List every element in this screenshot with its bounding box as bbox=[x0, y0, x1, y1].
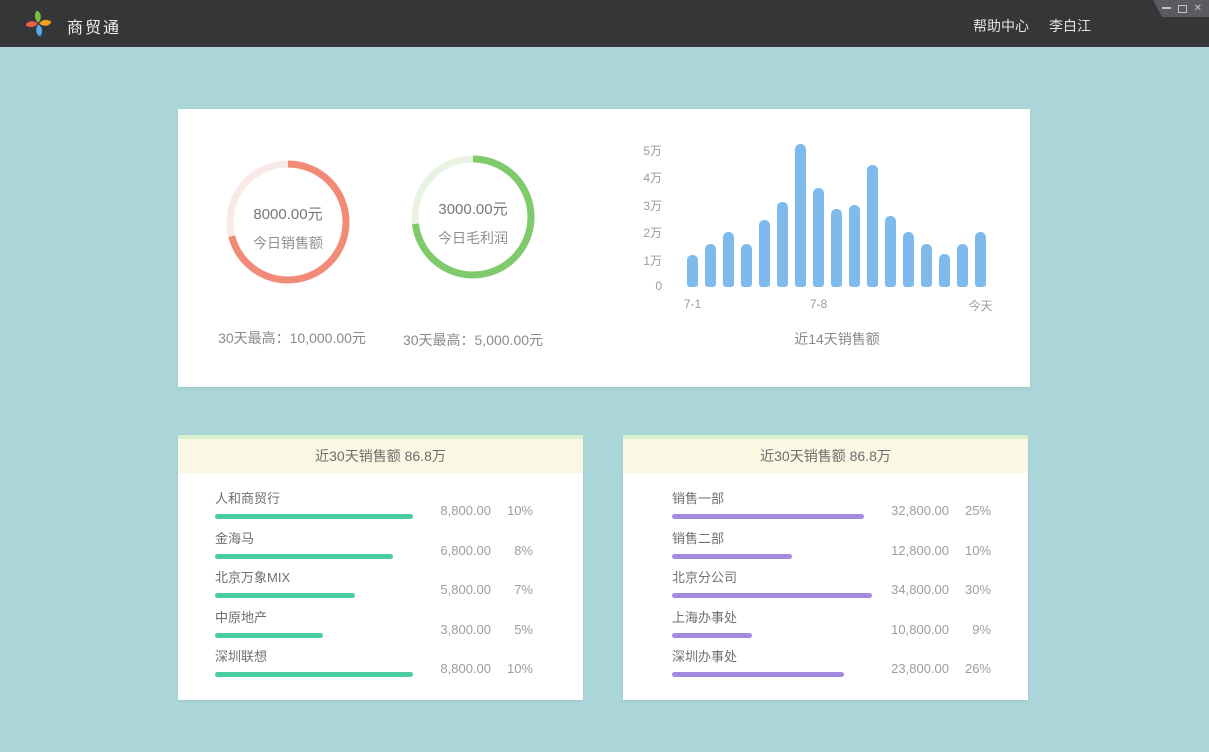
ranking-row-bar bbox=[215, 633, 323, 638]
ranking-row-percent: 7% bbox=[491, 582, 533, 597]
ranking-row-amount: 32,800.00 bbox=[869, 503, 949, 518]
y-axis-tick: 3万 bbox=[643, 197, 662, 214]
ranking-row: 销售一部32,800.0025% bbox=[672, 482, 991, 522]
ranking-row-percent: 10% bbox=[949, 543, 991, 558]
chart-bar bbox=[903, 232, 914, 287]
ranking-row-values: 23,800.0026% bbox=[869, 661, 991, 676]
ranking-row-bar bbox=[672, 633, 752, 638]
app-title: 商贸通 bbox=[67, 14, 121, 38]
ranking-row-bar bbox=[215, 672, 413, 677]
ranking-row-amount: 34,800.00 bbox=[869, 582, 949, 597]
chart-bar bbox=[831, 209, 842, 287]
x-axis-tick: 今天 bbox=[968, 297, 992, 314]
ranking-row-amount: 8,800.00 bbox=[411, 661, 491, 676]
chart-bar bbox=[777, 202, 788, 287]
y-axis-tick: 5万 bbox=[643, 142, 662, 159]
chart-bar bbox=[813, 188, 824, 287]
customer-ranking-header: 近30天销售额 86.8万 bbox=[178, 439, 583, 473]
user-menu[interactable]: 李白江 bbox=[1049, 16, 1091, 36]
ranking-row: 深圳联想8,800.0010% bbox=[215, 640, 533, 680]
ranking-row-amount: 3,800.00 bbox=[411, 622, 491, 637]
ranking-row-percent: 8% bbox=[491, 543, 533, 558]
ranking-row-percent: 26% bbox=[949, 661, 991, 676]
ranking-row-values: 3,800.005% bbox=[411, 622, 533, 637]
ranking-row-percent: 9% bbox=[949, 622, 991, 637]
y-axis-tick: 1万 bbox=[643, 252, 662, 269]
chart-bar bbox=[885, 216, 896, 288]
ranking-row-values: 32,800.0025% bbox=[869, 503, 991, 518]
pinwheel-petal bbox=[35, 11, 41, 23]
pinwheel-petal bbox=[39, 20, 51, 26]
ranking-row: 销售二部12,800.0010% bbox=[672, 522, 991, 562]
overview-card: 8000.00元 今日销售额 30天最高：10,000.00元 3000.00元… bbox=[178, 109, 1030, 387]
pinwheel-petal bbox=[36, 24, 42, 36]
chart-bar bbox=[957, 244, 968, 287]
app-logo-pinwheel-icon bbox=[24, 9, 53, 38]
ranking-row: 金海马6,800.008% bbox=[215, 522, 533, 562]
ranking-row: 北京万象MIX5,800.007% bbox=[215, 561, 533, 601]
sales-14day-bar-chart: 0 1万 2万 3万 4万 5万 7-1 7-8 今天 近14天销售额 bbox=[178, 109, 1030, 387]
ranking-row-bar bbox=[672, 672, 844, 677]
chart-bar bbox=[741, 244, 752, 287]
ranking-row-amount: 12,800.00 bbox=[869, 543, 949, 558]
ranking-row-amount: 6,800.00 bbox=[411, 543, 491, 558]
ranking-row: 深圳办事处23,800.0026% bbox=[672, 640, 991, 680]
ranking-row-bar bbox=[215, 514, 413, 519]
ranking-row-amount: 5,800.00 bbox=[411, 582, 491, 597]
department-sales-ranking-card: 近30天销售额 86.8万 销售一部32,800.0025%销售二部12,800… bbox=[623, 435, 1028, 700]
ranking-row-percent: 25% bbox=[949, 503, 991, 518]
ranking-row-amount: 8,800.00 bbox=[411, 503, 491, 518]
chart-bar bbox=[687, 255, 698, 287]
pinwheel-petal bbox=[26, 21, 38, 27]
minimize-button[interactable] bbox=[1162, 7, 1171, 9]
chart-bar bbox=[867, 165, 878, 287]
titlebar: 商贸通 帮助中心 李白江 ✕ bbox=[0, 0, 1209, 47]
x-axis-tick: 7-1 bbox=[684, 297, 701, 311]
department-ranking-header: 近30天销售额 86.8万 bbox=[623, 439, 1028, 473]
ranking-row-amount: 23,800.00 bbox=[869, 661, 949, 676]
chart-bar bbox=[975, 232, 986, 287]
ranking-row: 上海办事处10,800.009% bbox=[672, 601, 991, 641]
chart-bar bbox=[849, 205, 860, 288]
maximize-button[interactable] bbox=[1178, 5, 1187, 13]
ranking-row-percent: 10% bbox=[491, 503, 533, 518]
bar-chart-caption: 近14天销售额 bbox=[687, 329, 987, 349]
ranking-row-bar bbox=[215, 593, 355, 598]
ranking-row-percent: 10% bbox=[491, 661, 533, 676]
ranking-row-values: 6,800.008% bbox=[411, 543, 533, 558]
chart-bar bbox=[723, 232, 734, 287]
ranking-row-values: 8,800.0010% bbox=[411, 503, 533, 518]
ranking-row-values: 34,800.0030% bbox=[869, 582, 991, 597]
ranking-row: 人和商贸行8,800.0010% bbox=[215, 482, 533, 522]
ranking-row-bar bbox=[215, 554, 393, 559]
ranking-row-amount: 10,800.00 bbox=[869, 622, 949, 637]
y-axis-tick: 0 bbox=[655, 279, 662, 293]
ranking-row-values: 8,800.0010% bbox=[411, 661, 533, 676]
customer-sales-ranking-card: 近30天销售额 86.8万 人和商贸行8,800.0010%金海马6,800.0… bbox=[178, 435, 583, 700]
y-axis-tick: 4万 bbox=[643, 169, 662, 186]
ranking-row: 中原地产3,800.005% bbox=[215, 601, 533, 641]
ranking-row-bar bbox=[672, 593, 872, 598]
window-controls: ✕ bbox=[1153, 0, 1209, 17]
chart-bar bbox=[705, 244, 716, 287]
chart-bar bbox=[759, 220, 770, 287]
chart-bar bbox=[939, 254, 950, 287]
ranking-row-values: 12,800.0010% bbox=[869, 543, 991, 558]
x-axis-tick: 7-8 bbox=[810, 297, 827, 311]
ranking-row-values: 10,800.009% bbox=[869, 622, 991, 637]
ranking-row-bar bbox=[672, 554, 792, 559]
close-button[interactable]: ✕ bbox=[1194, 4, 1202, 14]
y-axis-tick: 2万 bbox=[643, 224, 662, 241]
ranking-row: 北京分公司34,800.0030% bbox=[672, 561, 991, 601]
ranking-row-values: 5,800.007% bbox=[411, 582, 533, 597]
chart-bar bbox=[921, 244, 932, 287]
help-center-link[interactable]: 帮助中心 bbox=[973, 16, 1029, 36]
chart-bar bbox=[795, 144, 806, 287]
ranking-row-percent: 30% bbox=[949, 582, 991, 597]
ranking-row-percent: 5% bbox=[491, 622, 533, 637]
ranking-row-bar bbox=[672, 514, 864, 519]
